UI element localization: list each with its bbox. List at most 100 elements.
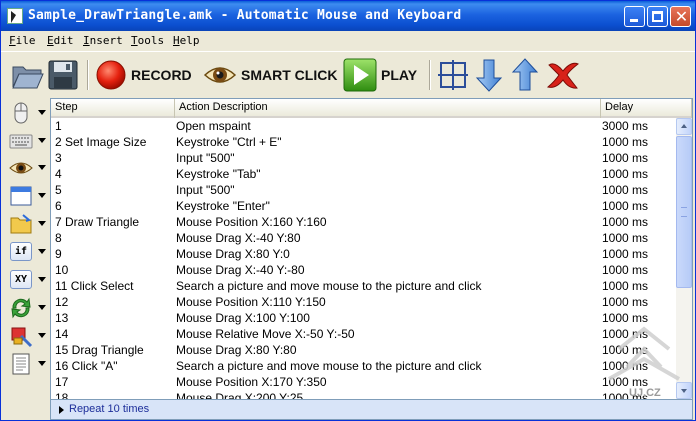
- table-row[interactable]: 14 Mouse Relative Move X:-50 Y:-50 1000 ms: [51, 326, 676, 342]
- dropdown-arrow-icon: [38, 165, 46, 170]
- insert-file-button[interactable]: [7, 211, 47, 237]
- dropdown-arrow-icon: [38, 305, 46, 310]
- column-header-action[interactable]: Action Description: [175, 99, 601, 118]
- repeat-bar[interactable]: Repeat 10 times: [50, 400, 693, 420]
- if-label: if: [10, 242, 32, 261]
- step-cell: 16 Click "A": [55, 359, 118, 373]
- action-cell: Mouse Position X:170 Y:350: [176, 375, 327, 389]
- insert-mouse-button[interactable]: [7, 100, 47, 126]
- move-up-button[interactable]: [511, 58, 539, 92]
- app-icon[interactable]: [7, 8, 23, 24]
- eye-icon: [203, 67, 237, 83]
- scroll-up-button[interactable]: [676, 118, 692, 135]
- play-button[interactable]: PLAY: [343, 58, 417, 92]
- insert-sidebar: if XY: [1, 97, 49, 420]
- table-row[interactable]: 13 Mouse Drag X:100 Y:100 1000 ms: [51, 310, 676, 326]
- menu-tools[interactable]: Tools: [131, 34, 164, 47]
- record-button[interactable]: RECORD: [95, 58, 192, 92]
- delay-cell: 1000 ms: [602, 231, 649, 245]
- window-icon: [10, 186, 32, 206]
- table-row[interactable]: 12 Mouse Position X:110 Y:150 1000 ms: [51, 294, 676, 310]
- expand-arrow-icon[interactable]: [59, 406, 64, 414]
- insert-smart-click-button[interactable]: [7, 155, 47, 181]
- delay-cell: 1000 ms: [602, 135, 649, 149]
- delay-cell: 1000 ms: [602, 263, 649, 277]
- step-cell: 5: [55, 183, 62, 197]
- dropdown-arrow-icon: [38, 193, 46, 198]
- insert-comment-button[interactable]: [7, 351, 47, 377]
- refresh-icon: [11, 297, 31, 319]
- dropdown-arrow-icon: [38, 221, 46, 226]
- table-row[interactable]: 5 Input "500" 1000 ms: [51, 182, 676, 198]
- repeat-text: Repeat 10 times: [69, 403, 150, 415]
- close-button[interactable]: ✕: [670, 6, 691, 27]
- record-icon: [96, 60, 126, 90]
- table-row[interactable]: 18 Mouse Drag X:200 Y:25 1000 ms: [51, 390, 676, 400]
- insert-repeat-button[interactable]: [7, 295, 47, 321]
- insert-keyboard-button[interactable]: [7, 128, 47, 154]
- delay-cell: 1000 ms: [602, 295, 649, 309]
- toolbar-separator: [87, 60, 89, 90]
- record-label: RECORD: [131, 67, 192, 83]
- table-row[interactable]: 1 Open mspaint 3000 ms: [51, 118, 676, 134]
- dropdown-arrow-icon: [38, 333, 46, 338]
- delete-x-icon: [546, 62, 579, 89]
- crosshair-grid-icon: [438, 60, 468, 90]
- action-cell: Mouse Drag X:200 Y:25: [176, 391, 304, 400]
- delay-cell: 1000 ms: [602, 215, 649, 229]
- delay-cell: 1000 ms: [602, 183, 649, 197]
- folder-icon: [10, 214, 32, 234]
- insert-if-button[interactable]: if: [7, 239, 47, 265]
- table-row[interactable]: 15 Drag Triangle Mouse Drag X:80 Y:80 1000…: [51, 342, 676, 358]
- column-header-delay[interactable]: Delay: [601, 99, 692, 118]
- column-header-step[interactable]: Step: [51, 99, 175, 118]
- dropdown-arrow-icon: [38, 277, 46, 282]
- table-row[interactable]: 2 Set Image Size Keystroke "Ctrl + E" 1000…: [51, 134, 676, 150]
- play-label: PLAY: [381, 67, 418, 83]
- insert-window-button[interactable]: [7, 183, 47, 209]
- table-row[interactable]: 9 Mouse Drag X:80 Y:0 1000 ms: [51, 246, 676, 262]
- minimize-button[interactable]: [624, 6, 645, 27]
- scroll-thumb[interactable]: [676, 136, 692, 288]
- open-button[interactable]: [11, 58, 45, 92]
- action-cell: Mouse Drag X:100 Y:100: [176, 311, 310, 325]
- mouse-icon: [14, 102, 28, 124]
- play-icon: [343, 58, 377, 92]
- insert-misc-button[interactable]: [7, 323, 47, 349]
- window-title: Sample_DrawTriangle.amk - Automatic Mous…: [28, 8, 462, 23]
- main-toolbar: RECORD SMART CLICK PLAY: [1, 51, 695, 97]
- step-cell: 6: [55, 199, 62, 213]
- move-down-button[interactable]: [475, 58, 503, 92]
- table-row[interactable]: 4 Keystroke "Tab" 1000 ms: [51, 166, 676, 182]
- dropdown-arrow-icon: [38, 138, 46, 143]
- action-cell: Mouse Relative Move X:-50 Y:-50: [176, 327, 355, 341]
- open-folder-icon: [12, 66, 44, 89]
- steps-list[interactable]: Step Action Description Delay 1 Open mspa…: [50, 98, 693, 400]
- title-bar[interactable]: Sample_DrawTriangle.amk - Automatic Mous…: [1, 1, 695, 31]
- smart-click-button[interactable]: SMART CLICK: [203, 58, 337, 92]
- save-button[interactable]: [47, 58, 79, 92]
- menu-help[interactable]: Help: [173, 34, 200, 47]
- step-cell: 14: [55, 327, 69, 341]
- maximize-button[interactable]: [647, 6, 668, 27]
- delay-cell: 1000 ms: [602, 247, 649, 261]
- menu-edit[interactable]: Edit: [47, 34, 74, 47]
- eye-icon: [9, 162, 33, 174]
- table-row[interactable]: 6 Keystroke "Enter" 1000 ms: [51, 198, 676, 214]
- table-row[interactable]: 7 Draw Triangle Mouse Position X:160 Y:16…: [51, 214, 676, 230]
- step-cell: 2 Set Image Size: [55, 135, 147, 149]
- table-row[interactable]: 10 Mouse Drag X:-40 Y:-80 1000 ms: [51, 262, 676, 278]
- delete-button[interactable]: [545, 58, 581, 92]
- table-row[interactable]: 8 Mouse Drag X:-40 Y:80 1000 ms: [51, 230, 676, 246]
- table-row[interactable]: 11 Click Select Search a picture and move…: [51, 278, 676, 294]
- maximize-icon: [652, 11, 663, 22]
- step-cell: 13: [55, 311, 69, 325]
- menu-bar: File Edit Insert Tools Help: [1, 31, 695, 51]
- insert-variable-button[interactable]: XY: [7, 267, 47, 293]
- table-row[interactable]: 3 Input "500" 1000 ms: [51, 150, 676, 166]
- table-row[interactable]: 16 Click "A" Search a picture and move mo…: [51, 358, 676, 374]
- menu-insert[interactable]: Insert: [83, 34, 123, 47]
- menu-file[interactable]: File: [9, 34, 36, 47]
- table-row[interactable]: 17 Mouse Position X:170 Y:350 1000 ms: [51, 374, 676, 390]
- select-region-button[interactable]: [437, 58, 469, 92]
